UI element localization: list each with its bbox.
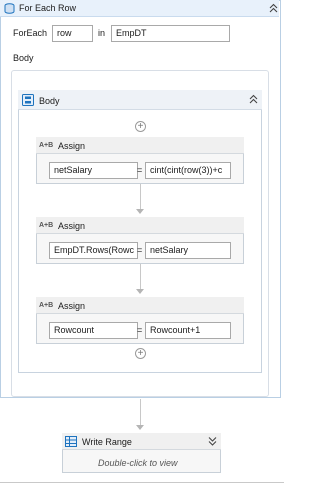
assign-value-field-3[interactable]: Rowcount+1 [145,322,231,339]
assign-title-1: Assign [58,141,86,151]
sequence-title: Body [39,96,60,106]
assign-icon: A+B [39,302,54,309]
foreach-label: ForEach [13,28,48,38]
connector-arrow [136,289,144,294]
connector-arrow [136,425,144,430]
foreach-item-field[interactable]: row [52,25,93,42]
assign-title-3: Assign [58,301,86,311]
assign-icon: A+B [39,142,54,149]
for-each-row-title: For Each Row [19,3,77,13]
collapse-chevrons-icon[interactable] [269,3,278,14]
plus-circle-icon[interactable]: + [135,121,146,132]
assign-icon: A+B [39,222,54,229]
foreach-collection-field[interactable]: EmpDT [111,25,230,42]
expand-chevrons-icon[interactable] [208,436,217,447]
write-range-hint: Double-click to view [98,458,178,468]
connector-arrow [136,209,144,214]
connector-line [140,184,141,210]
in-label: in [98,28,106,38]
sequence-icon [22,94,34,106]
assign-to-field-3[interactable]: Rowcount [49,322,138,339]
assign-to-field-2[interactable]: EmpDT.Rows(Rowc [49,242,138,259]
connector-line [140,399,141,426]
plus-circle-icon[interactable]: + [135,348,146,359]
assign-title-2: Assign [58,221,86,231]
assign-value-field-1[interactable]: cint(cint(row(3))+c [145,162,231,179]
database-icon [4,3,15,14]
write-range-title: Write Range [82,437,132,447]
connector-line [140,264,141,290]
assign-value-field-2[interactable]: netSalary [145,242,231,259]
equals-sign: = [137,245,143,255]
table-icon [65,436,77,447]
collapse-chevrons-icon[interactable] [249,94,258,105]
assign-to-field-1[interactable]: netSalary [49,162,138,179]
equals-sign: = [137,325,143,335]
body-label: Body [13,53,34,63]
equals-sign: = [137,165,143,175]
bottom-divider [0,482,284,483]
